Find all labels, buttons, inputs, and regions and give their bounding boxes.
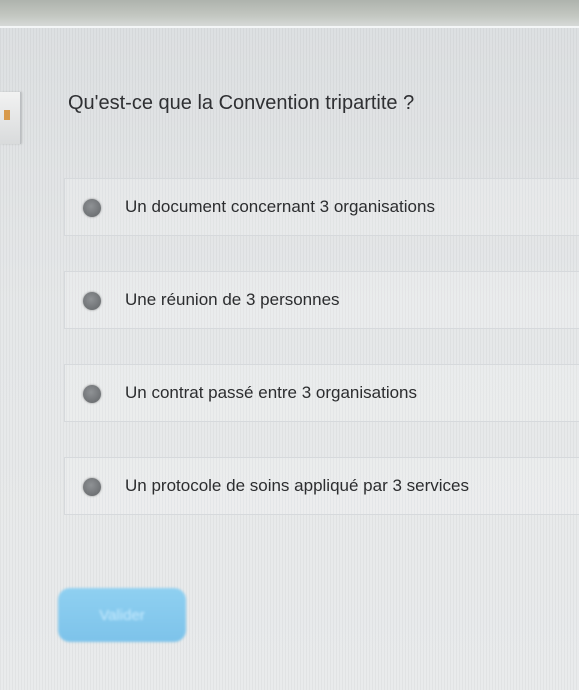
answer-option-label: Un protocole de soins appliqué par 3 ser… xyxy=(125,476,469,495)
answer-option-label: Une réunion de 3 personnes xyxy=(125,290,340,309)
tab-marker-icon xyxy=(4,110,10,120)
answer-option-4[interactable]: Un protocole de soins appliqué par 3 ser… xyxy=(64,457,579,515)
radio-button-icon[interactable] xyxy=(83,385,101,403)
radio-button-icon[interactable] xyxy=(83,199,101,217)
answer-option-2[interactable]: Une réunion de 3 personnes xyxy=(64,271,579,329)
radio-button-icon[interactable] xyxy=(83,478,101,496)
answer-option-label: Un document concernant 3 organisations xyxy=(125,197,435,216)
submit-button[interactable]: Valider xyxy=(58,588,186,642)
top-browser-strip xyxy=(0,0,579,28)
answer-option-3[interactable]: Un contrat passé entre 3 organisations xyxy=(64,364,579,422)
side-panel-tab[interactable] xyxy=(0,92,21,144)
radio-button-icon[interactable] xyxy=(83,292,101,310)
answer-option-label: Un contrat passé entre 3 organisations xyxy=(125,383,418,402)
answer-option-1[interactable]: Un document concernant 3 organisations xyxy=(64,178,579,236)
question-title: Qu'est-ce que la Convention tripartite ? xyxy=(68,92,415,114)
answer-options-list: Un document concernant 3 organisations U… xyxy=(64,178,579,550)
